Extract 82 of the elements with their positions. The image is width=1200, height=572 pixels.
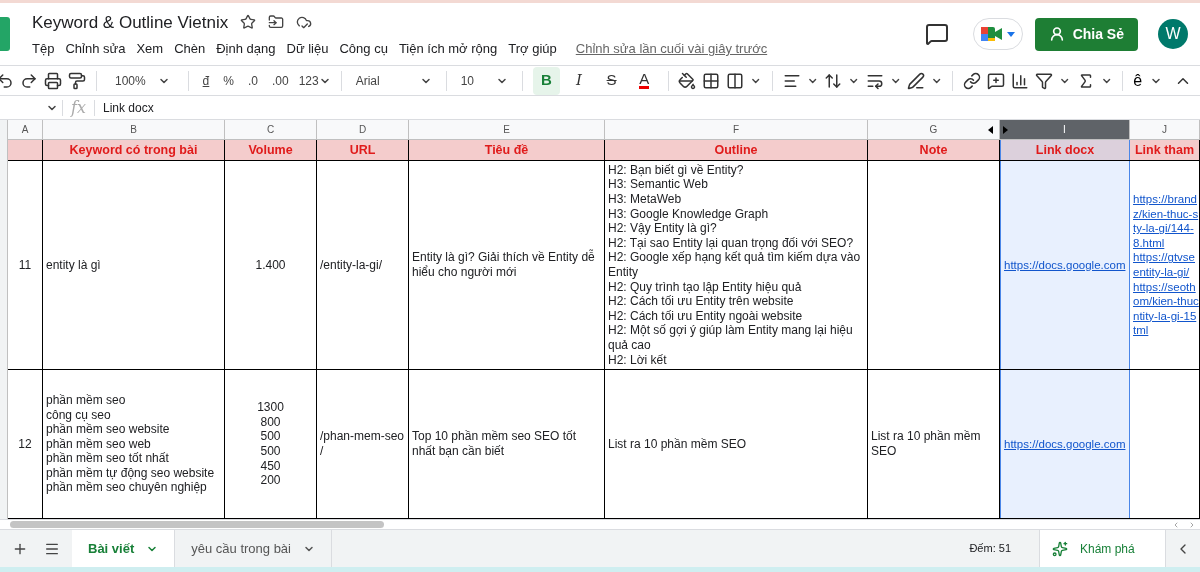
table-cell: Top 10 phần mềm seo SEO tốt nhất bạn cần biết [409,370,605,518]
menu-item[interactable]: Định dạng [216,39,276,59]
header-cell: URL [317,140,409,160]
strike-button[interactable]: S [598,66,625,95]
person-icon [1048,26,1065,42]
table-cell: H2: Bạn biết gì về Entity? H3: Semantic Web H3: MetaWeb H3: Google Knowledge Graph H2: Vậy Entity là gì? H2: Tại sao Entity lại quan trọng đối với SEO? H2: Google xếp hạng kết quả tìm kiếm dựa vào Entity H2: Quy trình tạo lập Entity hiệu quả H2: Cách tối ưu Entity trên website H2: Cách tối ưu Entity ngoài website H2: Một số gợi ý giúp làm Entity mang lại hiệu quả cao H2: Lời kết [605,161,868,369]
formula-input[interactable]: Link docx [94,98,162,117]
header-cell: Volume [225,140,317,160]
sheet-tab[interactable]: Bài viết [72,530,176,567]
column-header[interactable]: B [43,120,225,139]
column-header[interactable]: D [317,120,409,139]
table-cell: List ra 10 phần mềm SEO [605,370,868,518]
last-edit-link[interactable]: Chỉnh sửa lần cuối vài giây trước [575,39,768,59]
add-comment-icon[interactable] [987,71,1006,90]
menu-item[interactable]: Trợ giúp [508,39,557,59]
star-icon[interactable] [240,14,257,31]
column-header[interactable]: E [409,120,605,139]
table-cell: entity là gì [43,161,225,369]
print-icon[interactable] [44,71,62,90]
column-header[interactable]: G [868,120,1000,139]
undo-icon[interactable] [0,71,14,90]
header-cell: Outline [605,140,868,160]
filter-icon[interactable] [1035,71,1054,90]
share-button[interactable]: Chia Sẻ [1034,17,1138,51]
column-header[interactable]: J [1130,120,1200,139]
count-status: Đếm: 51 [969,541,1011,557]
menu-item[interactable]: Dữ liệu [286,39,329,59]
left-arrow-icon[interactable] [988,126,993,134]
link[interactable]: https://brand z/kien-thuc-s ty-la-gi/144- 8.html https://gtvse entity-la-gi/ https://seoth om/kien-thuc ntity-la-gi-15 tml [1133,192,1199,338]
header-cell: Tiêu đề [409,140,605,160]
more-formats-dropdown[interactable]: 123 [298,71,331,90]
header-cell: Note [868,140,1000,160]
table-cell: List ra 10 phần mềm SEO [868,370,1000,518]
increase-decimal-button[interactable]: .00 [268,71,293,90]
paint-format-icon[interactable] [68,71,86,90]
link[interactable]: https://docs.google.com [1004,257,1126,273]
percent-button[interactable]: % [219,71,238,90]
menu-item[interactable]: Xem [136,39,164,59]
merge-cells-icon[interactable] [726,71,745,90]
borders-icon[interactable] [702,71,721,90]
scrollbar[interactable] [10,521,384,528]
sparkle-icon [1052,540,1068,557]
redo-icon[interactable] [20,71,38,90]
header-cell: Link docx [1000,140,1130,160]
input-tools-button[interactable]: ê [1133,68,1163,93]
column-header[interactable]: C [225,120,317,139]
chart-icon[interactable] [1011,71,1030,90]
table-cell: /entity-la-gi/ [317,161,409,369]
menu-item[interactable]: Chèn [174,39,206,59]
italic-button[interactable]: I [565,66,593,95]
menu-item[interactable]: Công cụ [339,39,388,59]
document-title[interactable]: Keyword & Outline Vietnix [32,9,229,35]
font-dropdown[interactable]: Arial [351,71,436,90]
vertical-align-icon[interactable] [824,71,843,90]
menu-item[interactable]: Tệp [32,39,55,59]
font-size-dropdown[interactable]: 10 [456,71,513,90]
decrease-decimal-button[interactable]: .0 [243,71,262,90]
currency-button[interactable]: đ [198,71,214,90]
column-header[interactable]: A [8,120,43,139]
table-cell: /phan-mem-seo / [317,370,409,518]
fx-label: fx [69,96,87,119]
avatar[interactable]: W [1158,19,1188,49]
folder-icon[interactable] [268,14,285,31]
header-cell: Link tham [1130,140,1200,160]
table-cell: phần mềm seo công cụ seo phần mềm seo website phần mềm seo web phần mềm seo tốt nhất phần mềm tự động seo website phần mềm seo chuyên nghiệp [43,370,225,518]
explore-button[interactable]: Khám phá [1039,530,1166,567]
link[interactable]: https://docs.google.com [1004,436,1126,452]
column-header[interactable]: I [1000,120,1130,139]
table-cell: Entity là gì? Giải thích về Entity dễ hiểu cho người mới [409,161,605,369]
bold-button[interactable]: B [533,66,560,95]
cloud-icon[interactable] [296,14,313,31]
menu-item[interactable]: Tiện ích mở rộng [398,39,498,59]
video-camera-icon [980,26,1003,42]
column-header[interactable]: F [605,120,868,139]
right-arrow-icon[interactable] [1003,126,1008,134]
zoom-dropdown[interactable]: 100% [106,71,178,90]
link-icon[interactable] [963,71,982,90]
text-rotation-icon[interactable] [907,71,926,90]
comment-icon[interactable] [924,22,949,46]
header-cell: Keyword có trong bài [43,140,225,160]
fill-color-icon[interactable] [678,71,697,90]
menu-item[interactable]: Chỉnh sửa [65,39,126,59]
